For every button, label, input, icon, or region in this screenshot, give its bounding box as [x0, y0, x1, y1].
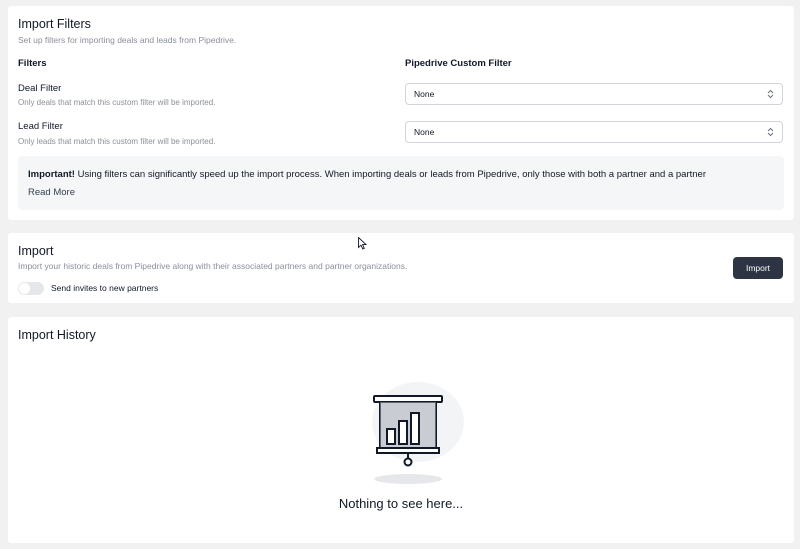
import-history-title: Import History	[18, 328, 96, 342]
presentation-board-icon	[372, 382, 464, 484]
import-title: Import	[18, 244, 54, 258]
lead-filter-help: Only leads that match this custom filter…	[18, 137, 216, 146]
deal-filter-value: None	[414, 89, 435, 99]
chevron-up-down-icon	[767, 127, 774, 137]
lead-filter-select[interactable]: None	[405, 121, 783, 143]
read-more-link[interactable]: Read More	[28, 187, 75, 198]
lead-filter-value: None	[414, 127, 435, 137]
import-subtitle: Import your historic deals from Pipedriv…	[18, 261, 408, 271]
import-history-card: Import History Nothing to see here...	[8, 317, 794, 543]
empty-state-text: Nothing to see here...	[338, 496, 464, 511]
mouse-cursor-icon	[358, 237, 367, 250]
notice-text: Important! Using filters can significant…	[28, 169, 706, 180]
import-filters-subtitle: Set up filters for importing deals and l…	[18, 35, 237, 45]
import-card: Import Import your historic deals from P…	[8, 233, 794, 303]
deal-filter-label: Deal Filter	[18, 83, 62, 94]
chevron-up-down-icon	[767, 89, 774, 99]
import-button[interactable]: Import	[733, 257, 783, 279]
lead-filter-label: Lead Filter	[18, 121, 63, 132]
import-filters-card: Import Filters Set up filters for import…	[8, 6, 794, 220]
important-notice: Important! Using filters can significant…	[18, 156, 784, 210]
deal-filter-help: Only deals that match this custom filter…	[18, 98, 216, 107]
import-filters-title: Import Filters	[18, 17, 91, 31]
custom-filter-column-header: Pipedrive Custom Filter	[405, 58, 512, 69]
notice-strong: Important!	[28, 169, 75, 180]
send-invites-toggle[interactable]	[18, 282, 44, 295]
filters-column-header: Filters	[18, 58, 47, 69]
notice-body: Using filters can significantly speed up…	[74, 169, 706, 180]
deal-filter-select[interactable]: None	[405, 83, 783, 105]
toggle-knob	[19, 283, 30, 294]
send-invites-label: Send invites to new partners	[51, 283, 159, 293]
